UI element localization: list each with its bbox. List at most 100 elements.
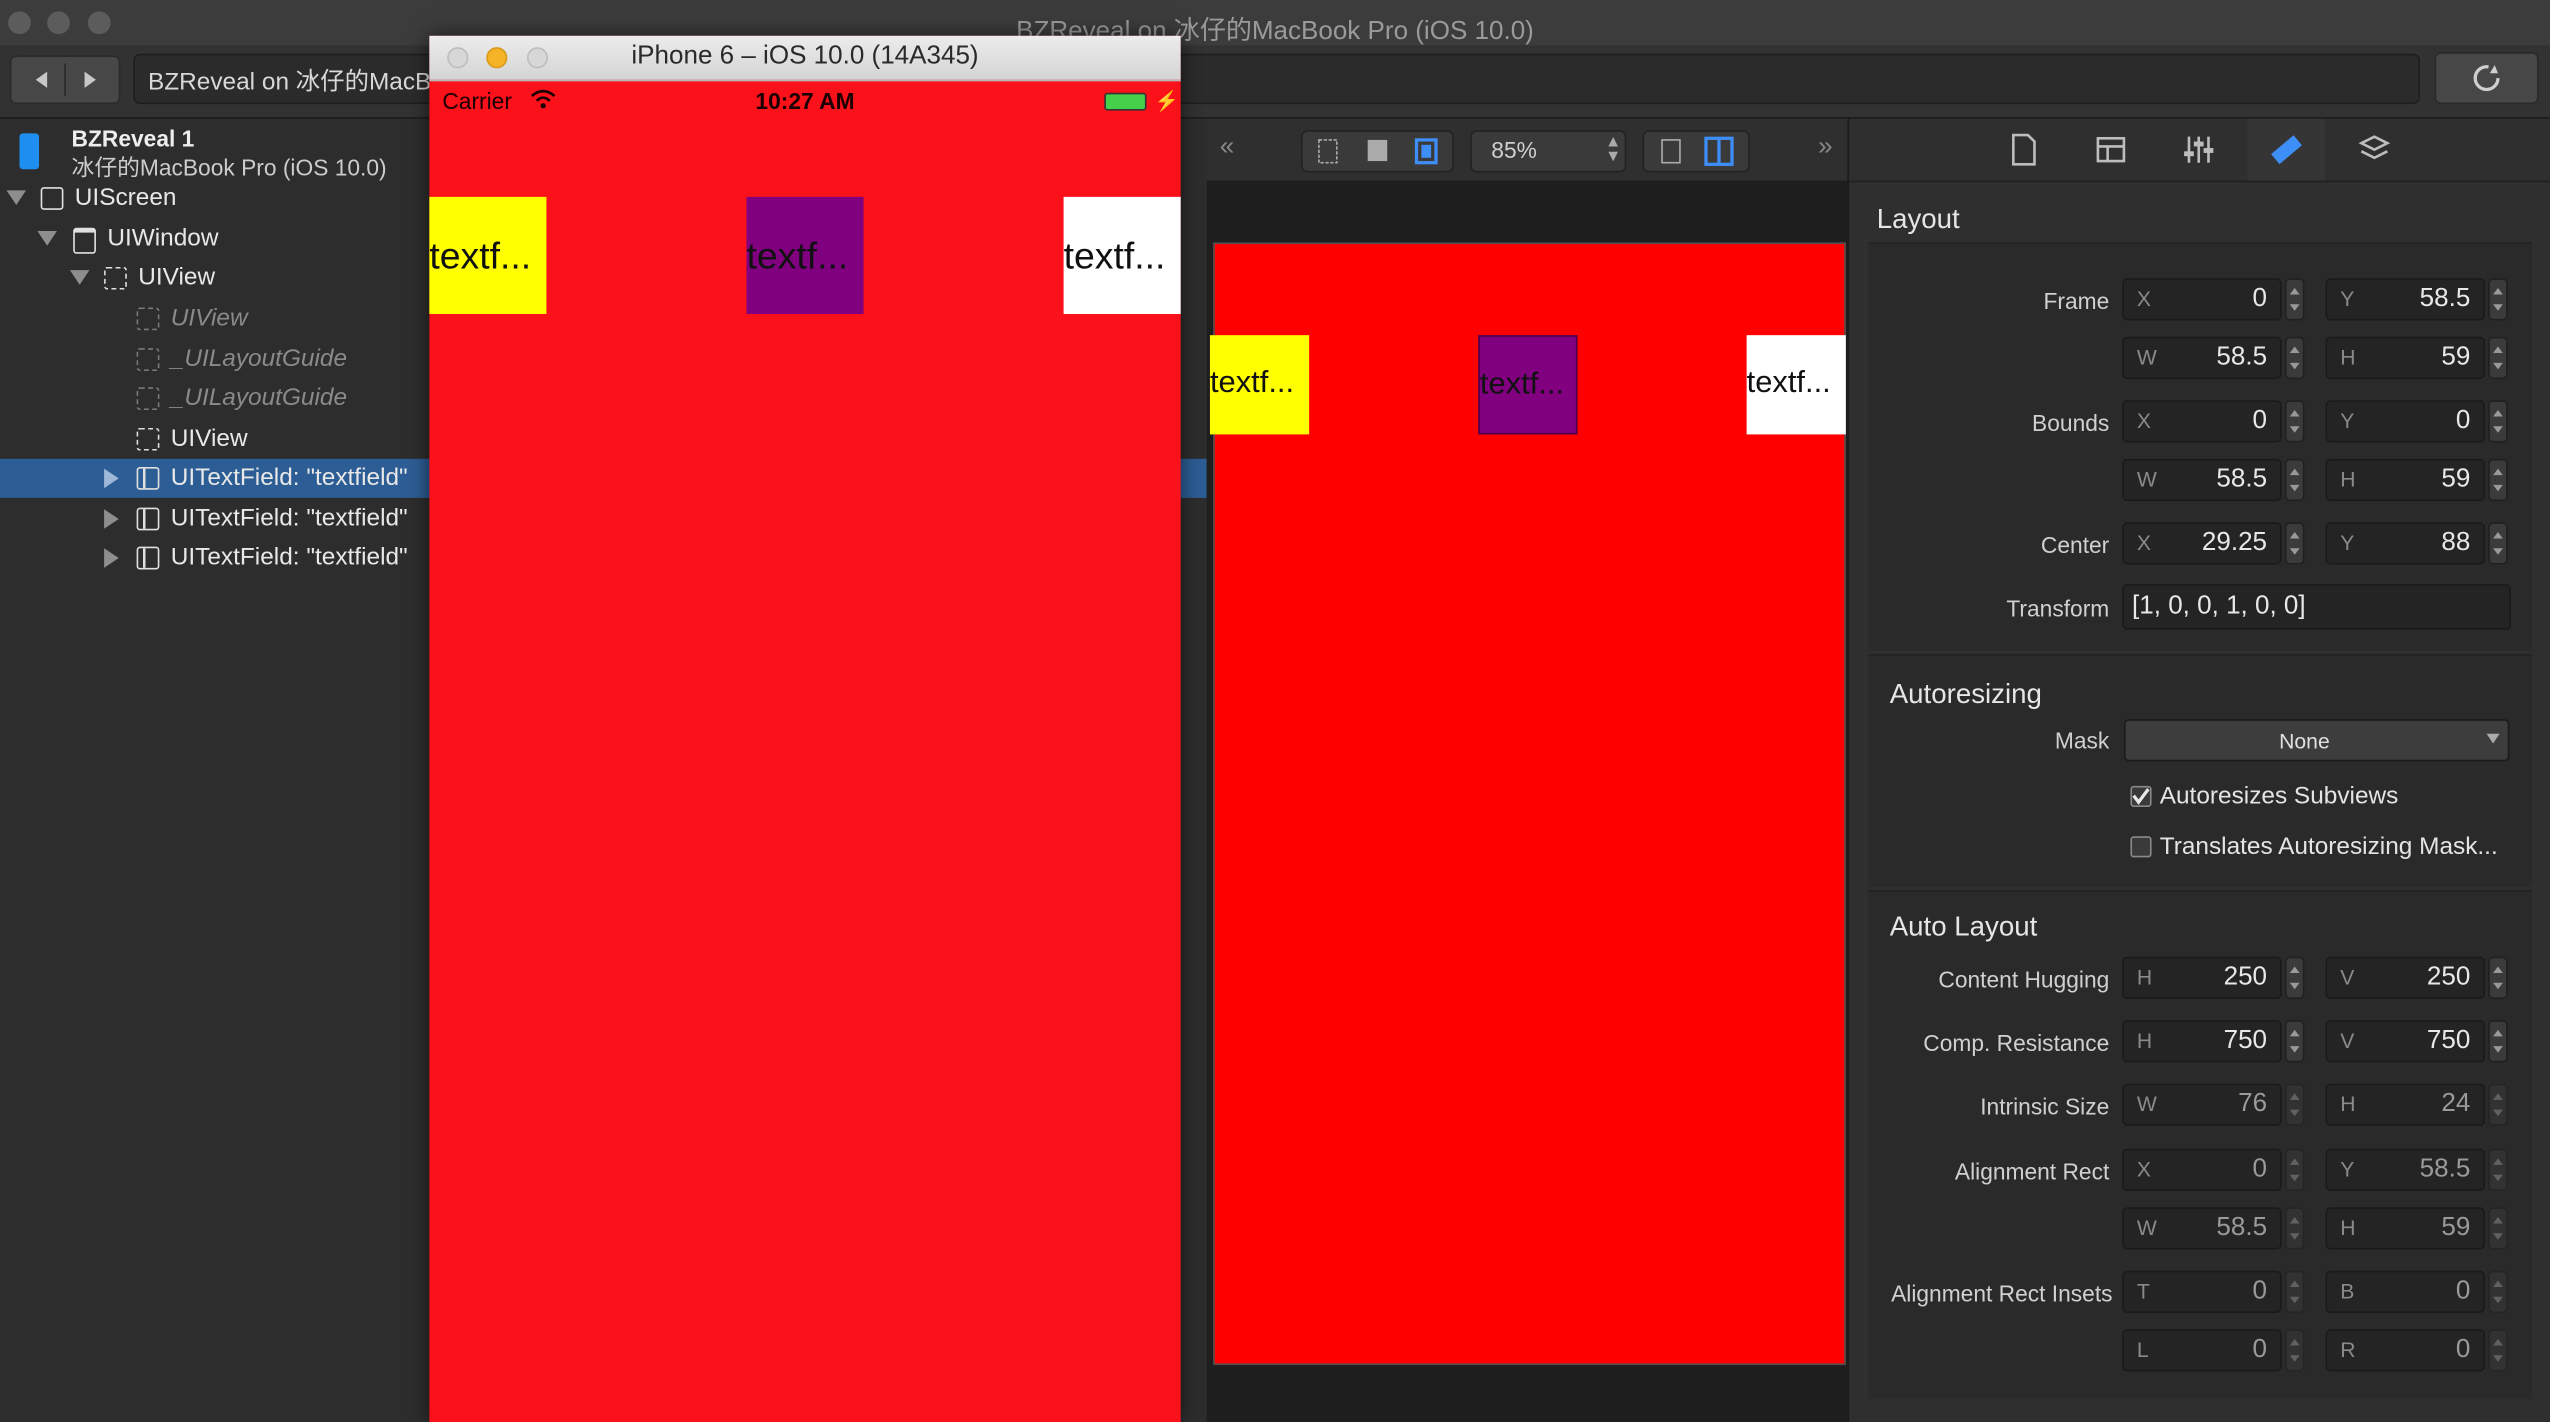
frame-x-stepper[interactable] (2284, 278, 2305, 321)
hugging-v-stepper[interactable] (2488, 956, 2508, 999)
hugging-h-field[interactable]: H 250 (2122, 956, 2282, 999)
center-y-stepper[interactable] (2488, 522, 2508, 565)
center-y-field[interactable]: Y 88 (2325, 522, 2485, 565)
ruler-icon[interactable] (2247, 118, 2326, 181)
frame-y-field[interactable]: Y 58.5 (2325, 278, 2485, 321)
canvas-textfield-purple[interactable]: textf... (1478, 335, 1578, 435)
field-prefix: Y (2340, 530, 2355, 555)
collapse-left-icon[interactable]: « (1220, 133, 1234, 162)
wireframe-mode-icon[interactable] (1318, 139, 1338, 164)
hugging-h-stepper[interactable] (2284, 956, 2305, 999)
combined-mode-icon[interactable] (1414, 138, 1438, 165)
status-time: 10:27 AM (755, 87, 855, 114)
disclosure-expanded-icon[interactable] (37, 231, 57, 246)
view-icon (104, 266, 127, 290)
bounds-y-field[interactable]: Y0 (2325, 400, 2485, 443)
field-prefix: H (2340, 466, 2356, 492)
frame-w-stepper[interactable] (2284, 336, 2305, 380)
view-icon (136, 348, 160, 371)
frame-h-field[interactable]: H 59 (2325, 336, 2485, 380)
intrinsic-h-field: H 24 (2325, 1083, 2485, 1126)
field-prefix: X (2136, 1156, 2152, 1182)
resistance-v-stepper[interactable] (2488, 1020, 2508, 1063)
canvas-textfield-yellow[interactable]: textf... (1209, 335, 1310, 435)
intrinsic-w-stepper (2284, 1083, 2305, 1126)
sliders-icon[interactable] (2160, 119, 2238, 181)
bounds-w-field[interactable]: W 58.5 (2122, 458, 2282, 502)
file-icon[interactable] (1984, 119, 2062, 181)
autoresizes-subviews-checkbox[interactable] (2130, 785, 2152, 807)
resistance-h-field[interactable]: H 750 (2122, 1020, 2282, 1063)
mask-dropdown[interactable]: None (2123, 719, 2510, 762)
field-value: 0 (2252, 284, 2268, 313)
center-x-field[interactable]: X 29.25 (2122, 522, 2282, 565)
frame-label: Frame (2043, 287, 2110, 315)
tree-label: UITextField: "textfield" (170, 463, 408, 492)
field-prefix: H (2340, 1091, 2356, 1117)
hugging-v-field[interactable]: V 250 (2325, 956, 2485, 999)
alignment-rect-label: Alignment Rect (1954, 1158, 2110, 1185)
zoom-select[interactable]: 85% ▲ ▼ (1470, 130, 1627, 173)
field-prefix: Y (2340, 286, 2355, 311)
frame-w-field[interactable]: W 58.5 (2122, 336, 2282, 380)
autoresizes-subviews-label: Autoresizes Subviews (2159, 782, 2399, 811)
frame-y-stepper[interactable] (2488, 278, 2508, 321)
transform-label: Transform (2006, 595, 2110, 622)
textfield-yellow[interactable]: textf... (429, 196, 547, 315)
charging-bolt-icon: ⚡ (1154, 89, 1179, 113)
field-prefix: B (2340, 1278, 2355, 1304)
field-prefix: X (2136, 408, 2152, 433)
canvas-textfield-white[interactable]: textf... (1746, 335, 1846, 435)
translates-mask-checkbox[interactable] (2130, 836, 2152, 858)
autoresizing-title: Autoresizing (1889, 678, 2042, 710)
collapse-right-icon[interactable]: » (1818, 133, 1832, 162)
layout-grid-icon[interactable] (2072, 119, 2150, 181)
disclosure-collapsed-icon[interactable] (104, 548, 119, 568)
canvas-screen-preview[interactable]: textf... textf... textf... (1209, 242, 1846, 1366)
frame-x-field[interactable]: X0 (2122, 278, 2282, 321)
field-value: 750 (2426, 1026, 2471, 1055)
field-value: 59 (2441, 1213, 2471, 1242)
disclosure-expanded-icon[interactable] (6, 190, 27, 206)
bounds-h-stepper[interactable] (2488, 458, 2508, 502)
bounds-w-stepper[interactable] (2284, 458, 2305, 502)
field-value: 58.5 (2419, 284, 2471, 313)
disclosure-collapsed-icon[interactable] (104, 468, 119, 489)
frame-h-stepper[interactable] (2488, 336, 2508, 380)
alignment-h-field: H 59 (2325, 1207, 2485, 1250)
bounds-x-field[interactable]: X0 (2122, 400, 2282, 443)
split-pane-icon[interactable] (1704, 136, 1734, 166)
field-value: 58.5 (2419, 1155, 2471, 1183)
autoresizing-section: Autoresizing Mask None Autoresizes Subvi… (1868, 654, 2533, 887)
content-mode-icon[interactable] (1367, 139, 1388, 162)
field-value: 250 (2426, 963, 2471, 991)
bounds-h-field[interactable]: H 59 (2325, 458, 2485, 502)
forward-arrow-icon[interactable] (84, 71, 96, 88)
resistance-h-stepper[interactable] (2284, 1020, 2305, 1063)
disclosure-expanded-icon[interactable] (69, 270, 90, 285)
field-prefix: W (2136, 344, 2157, 370)
center-x-stepper[interactable] (2284, 522, 2305, 565)
field-prefix: T (2136, 1278, 2150, 1304)
textfield-icon (136, 466, 160, 490)
layers-icon[interactable] (2335, 119, 2413, 181)
disclosure-collapsed-icon[interactable] (104, 509, 119, 529)
field-value: 88 (2441, 528, 2471, 557)
simulator-title: iPhone 6 – iOS 10.0 (14A345) (631, 42, 979, 70)
textfield-purple[interactable]: textf... (746, 196, 864, 315)
app-window: BZReveal on 冰仔的MacBook Pro (iOS 10.0) BZ… (0, 0, 2550, 1422)
field-value: 24 (2441, 1090, 2471, 1118)
resistance-v-field[interactable]: V 750 (2325, 1020, 2485, 1063)
transform-field[interactable]: [1, 0, 0, 1, 0, 0] (2122, 584, 2511, 630)
bounds-x-stepper[interactable] (2284, 400, 2305, 443)
insets-b-stepper (2488, 1270, 2508, 1313)
back-arrow-icon[interactable] (35, 71, 48, 88)
refresh-button[interactable] (2434, 52, 2539, 105)
single-pane-icon[interactable] (1661, 139, 1681, 164)
alignment-insets-label: Alignment Rect Insets (1891, 1280, 2113, 1307)
field-value: 59 (2441, 343, 2471, 371)
tree-label: UIView (170, 424, 248, 453)
view-icon (40, 187, 64, 210)
textfield-white[interactable]: textf... (1063, 196, 1181, 315)
bounds-y-stepper[interactable] (2488, 400, 2508, 443)
